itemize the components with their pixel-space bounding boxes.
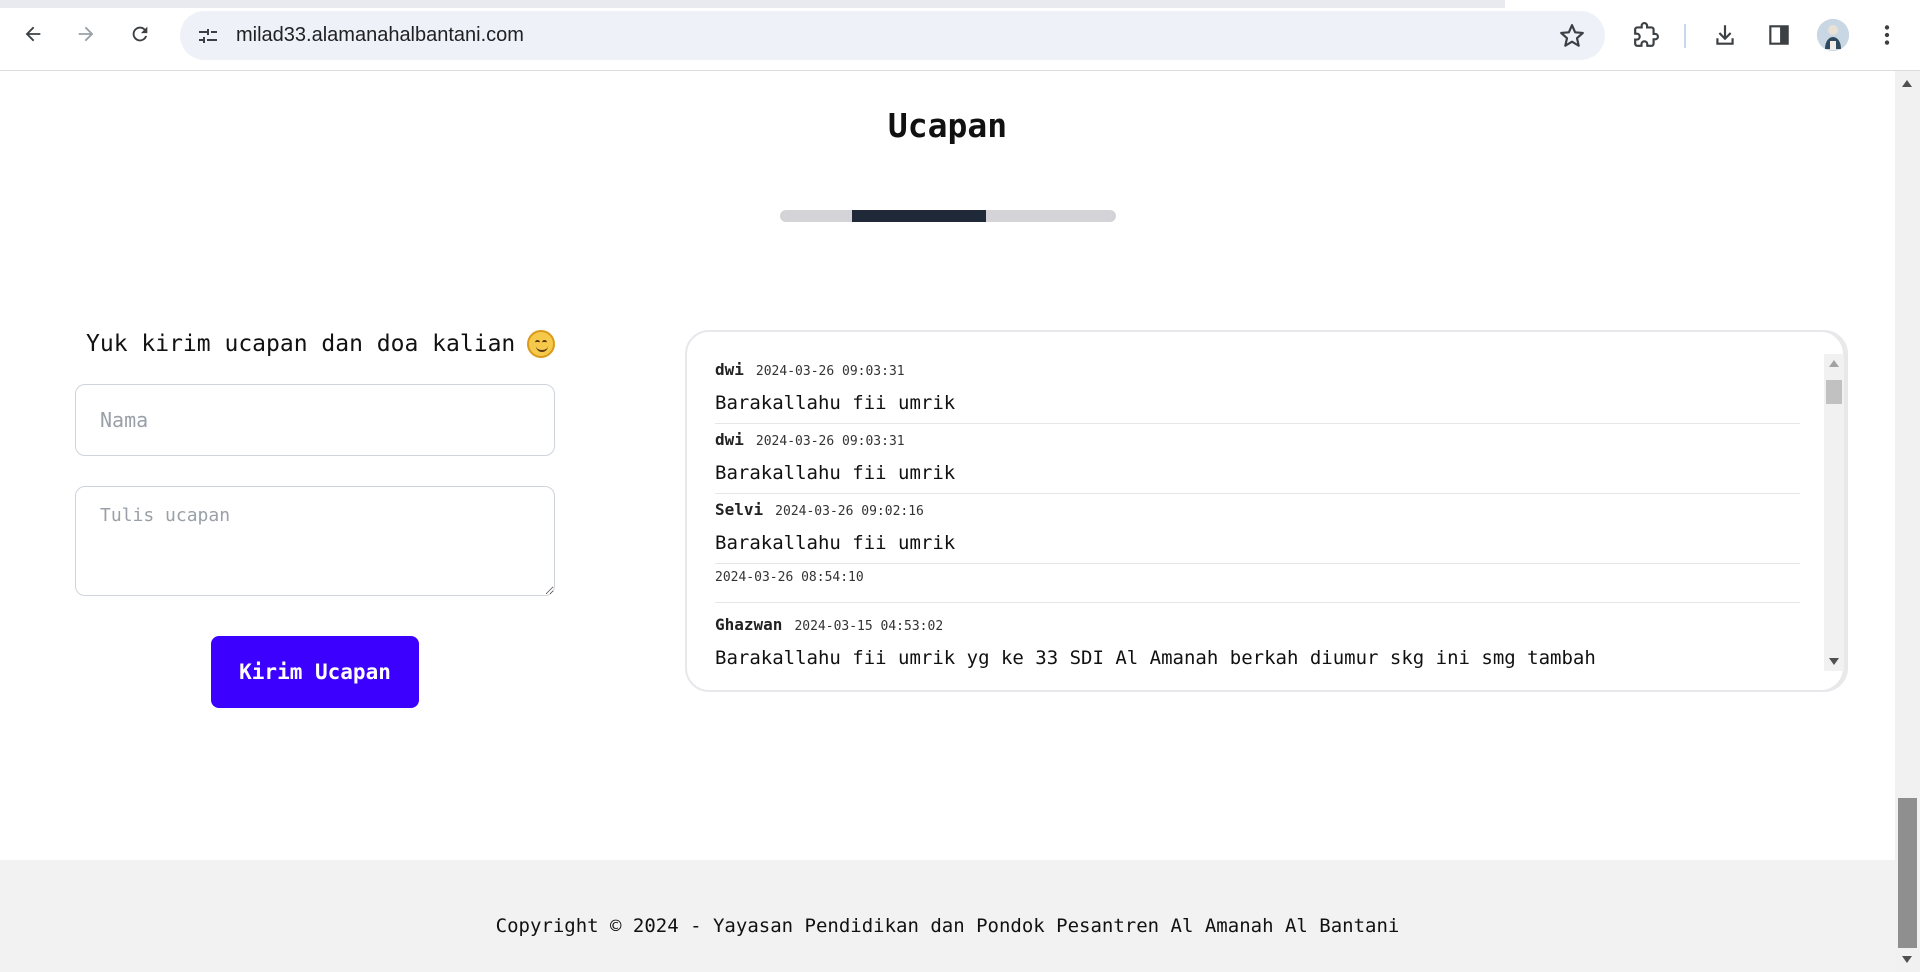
side-panel-button[interactable] — [1763, 19, 1795, 51]
page-content: Ucapan Yuk kirim ucapan dan doa kalian K… — [0, 71, 1895, 972]
comment-message: Barakallahu fii umrik — [715, 392, 956, 414]
comment-time: 2024-03-15 04:53:02 — [794, 619, 944, 634]
list-item: 2024-03-26 08:54:10 — [715, 564, 1800, 603]
scroll-down-arrow-icon[interactable] — [1829, 658, 1839, 665]
comment-message: Barakallahu fii umrik — [715, 462, 956, 484]
comment-author: Ghazwan — [715, 615, 783, 634]
list-item: dwi 2024-03-26 09:03:31 Barakallahu fii … — [715, 424, 1800, 494]
page-footer: Copyright © 2024 - Yayasan Pendidikan da… — [0, 860, 1895, 972]
url-text[interactable]: milad33.alamanahalbantani.com — [236, 24, 524, 47]
wishes-scrollbar[interactable] — [1824, 354, 1844, 671]
reload-icon — [132, 26, 148, 42]
scroll-down-arrow-icon[interactable] — [1902, 956, 1912, 963]
forward-button[interactable] — [68, 16, 104, 52]
toolbar-separator — [1684, 24, 1686, 48]
tune-icon[interactable] — [196, 24, 220, 48]
name-input[interactable] — [75, 384, 555, 456]
browser-toolbar: milad33.alamanahalbantani.com — [0, 0, 1920, 71]
list-item: Selvi 2024-03-26 09:02:16 Barakallahu fi… — [715, 494, 1800, 564]
scroll-up-arrow-icon[interactable] — [1902, 80, 1912, 87]
page-scroll-thumb[interactable] — [1898, 798, 1917, 948]
comment-message: Barakallahu fii umrik yg ke 33 SDI Al Am… — [715, 647, 1596, 669]
downloads-button[interactable] — [1709, 19, 1741, 51]
profile-avatar[interactable] — [1817, 19, 1849, 51]
arrow-right-icon — [78, 26, 94, 42]
title-divider — [780, 210, 1116, 222]
arrow-left-icon — [25, 26, 41, 42]
download-icon — [1716, 25, 1734, 45]
address-bar[interactable]: milad33.alamanahalbantani.com — [180, 11, 1605, 60]
page-scrollbar[interactable] — [1895, 71, 1920, 972]
back-button[interactable] — [15, 16, 51, 52]
extensions-button[interactable] — [1630, 19, 1662, 51]
reload-button[interactable] — [122, 16, 158, 52]
section-title: Ucapan — [887, 106, 1008, 145]
comment-time: 2024-03-26 09:03:31 — [755, 434, 905, 449]
wishes-panel: dwi 2024-03-26 09:03:31 Barakallahu fii … — [685, 330, 1848, 692]
comment-time: 2024-03-26 09:03:31 — [755, 364, 905, 379]
comment-author: dwi — [715, 430, 744, 449]
avatar-image — [1817, 19, 1849, 51]
menu-button[interactable] — [1871, 19, 1903, 51]
list-item: Ghazwan 2024-03-15 04:53:02 Barakallahu … — [715, 603, 1800, 669]
comment-author: dwi — [715, 360, 744, 379]
kebab-menu-icon — [1884, 25, 1890, 45]
side-panel-icon — [1769, 25, 1789, 45]
list-item: dwi 2024-03-26 09:03:31 Barakallahu fii … — [715, 354, 1800, 424]
form-heading-text: Yuk kirim ucapan dan doa kalian — [86, 331, 516, 357]
comment-message: Barakallahu fii umrik — [715, 532, 956, 554]
message-textarea[interactable] — [75, 486, 555, 596]
star-icon[interactable] — [1559, 23, 1585, 49]
wishes-list[interactable]: dwi 2024-03-26 09:03:31 Barakallahu fii … — [715, 354, 1800, 669]
title-divider-accent — [852, 210, 986, 222]
comment-time: 2024-03-26 09:02:16 — [775, 504, 924, 519]
scroll-up-arrow-icon[interactable] — [1829, 360, 1839, 367]
copyright-text: Copyright © 2024 - Yayasan Pendidikan da… — [495, 915, 1400, 937]
puzzle-icon — [1634, 22, 1659, 47]
tab-strip — [0, 0, 1505, 8]
send-wish-button[interactable]: Kirim Ucapan — [211, 636, 419, 708]
comment-time: 2024-03-26 08:54:10 — [715, 570, 864, 585]
hugging-face-emoji — [527, 330, 556, 358]
comment-author: Selvi — [715, 500, 764, 519]
scroll-thumb[interactable] — [1826, 380, 1842, 404]
form-heading: Yuk kirim ucapan dan doa kalian — [86, 330, 556, 358]
